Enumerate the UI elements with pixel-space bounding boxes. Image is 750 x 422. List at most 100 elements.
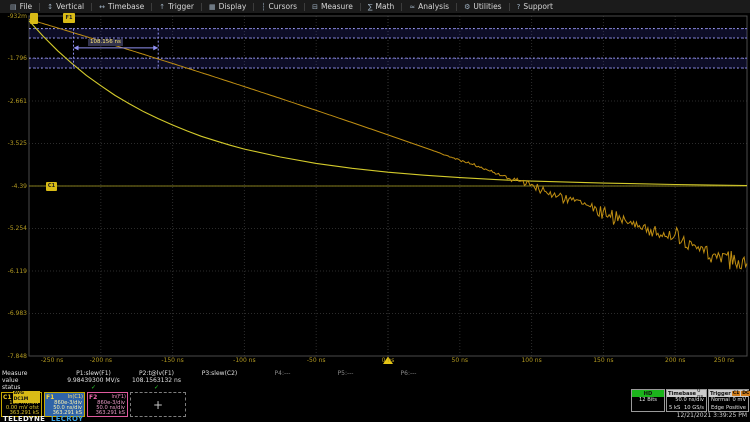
menu-item-label: Display: [219, 2, 247, 11]
measure-row-label: status: [0, 384, 62, 391]
timebase-title: Timebase: [668, 391, 696, 397]
menu-bar: ▤File↕Vertical↔Timebase↑Trigger▦Display┆…: [0, 0, 750, 13]
channel-box-c1[interactable]: C1AVG DC1M100 mV/div0.00 mV ofst363.291 …: [1, 392, 42, 417]
measure-value: 108.1563132 ns: [125, 377, 188, 384]
menu-item-support[interactable]: ?Support: [510, 0, 560, 13]
y-tick-label: -2.661: [0, 98, 27, 105]
menu-item-label: Cursors: [269, 2, 298, 11]
menu-item-trigger[interactable]: ↑Trigger: [152, 0, 201, 13]
menu-item-label: Timebase: [108, 2, 144, 11]
timebase-rate: 10 GS/s: [684, 405, 704, 413]
menu-item-vertical[interactable]: ↕Vertical: [40, 0, 91, 13]
measure-status: [314, 384, 377, 391]
plus-icon: +: [153, 398, 163, 412]
menu-item-timebase[interactable]: ↔Timebase: [92, 0, 151, 13]
brand-logo: TELEDYNE LECROY: [3, 415, 83, 422]
y-tick-label: -1.796: [0, 55, 27, 62]
measure-status: [377, 384, 440, 391]
x-tick-label: -150 ns: [150, 357, 196, 364]
channel-setting: 363.291 kS: [88, 411, 127, 416]
menu-item-display[interactable]: ▦Display: [202, 0, 253, 13]
oscilloscope-app: ▤File↕Vertical↔Timebase↑Trigger▦Display┆…: [0, 0, 750, 422]
measure-header[interactable]: P4:---: [251, 370, 314, 377]
measure-value: [188, 377, 251, 384]
menu-item-label: Analysis: [418, 2, 449, 11]
menu-item-label: File: [20, 2, 33, 11]
measure-row-label: Measure: [0, 370, 62, 377]
measure-value: 9.98439300 MV/s: [62, 377, 125, 384]
support-icon: ?: [517, 3, 521, 11]
hd-box-header: HD: [632, 390, 664, 397]
menu-item-cursors[interactable]: ┆ Cursors: [254, 0, 304, 13]
menu-item-label: Vertical: [56, 2, 84, 11]
x-tick-label: 200 ns: [652, 357, 698, 364]
measure-header[interactable]: P1:slew(F1): [62, 370, 125, 377]
trigger-type: Edge: [711, 405, 724, 413]
trigger-type-row: Edge Positive: [709, 405, 748, 413]
trigger-box[interactable]: Trigger C1 DC Normal 0 mV Edge Positive: [708, 389, 749, 412]
y-tick-label: -5.254: [0, 225, 27, 232]
y-tick-label: -3.525: [0, 140, 27, 147]
x-tick-label: -50 ns: [293, 357, 339, 364]
measure-value: [251, 377, 314, 384]
measure-row: MeasureP1:slew(F1)P2:t@lv(F1)P3:slew(C2)…: [0, 370, 750, 377]
x-tick-label: 250 ns: [701, 357, 747, 364]
measure-status: [251, 384, 314, 391]
measure-header[interactable]: P5:---: [314, 370, 377, 377]
measure-panel: MeasureP1:slew(F1)P2:t@lv(F1)P3:slew(C2)…: [0, 370, 750, 391]
menu-item-label: Trigger: [168, 2, 194, 11]
trigger-box-header: Trigger C1 DC: [709, 390, 748, 397]
trigger-slope: Positive: [726, 405, 746, 413]
cursors-icon: ┆: [261, 3, 265, 11]
timebase-samples: 5 kS: [669, 405, 680, 413]
y-tick-label: -932m: [0, 13, 27, 20]
hd-bits: 12 Bits: [632, 397, 664, 405]
measure-header[interactable]: P6:---: [377, 370, 440, 377]
menu-item-math[interactable]: ∑Math: [361, 0, 401, 13]
measure-row: value9.98439300 MV/s108.1563132 ns: [0, 377, 750, 384]
timebase-box[interactable]: Timebase 0 ns 50.0 ns/div 5 kS 10 GS/s: [666, 389, 707, 412]
y-tick-label: -6.983: [0, 310, 27, 317]
y-tick-label: -6.119: [0, 268, 27, 275]
vertical-icon: ↕: [47, 3, 53, 11]
channel-box-f1[interactable]: F1ln(C1)860e-3/div50.0 ns/div363.291 kS: [44, 392, 85, 417]
measure-value: [314, 377, 377, 384]
menu-item-utilities[interactable]: ⚙Utilities: [457, 0, 509, 13]
f1-ln-trace: [29, 19, 747, 269]
add-trace-button[interactable]: +: [130, 392, 186, 417]
f1-trace-tag[interactable]: F1: [63, 13, 75, 23]
file-icon: ▤: [10, 3, 17, 11]
c1-zero-level-marker[interactable]: C1: [46, 182, 57, 191]
cursor-delta-label[interactable]: 108.156 ns: [88, 39, 123, 46]
math-icon: ∑: [368, 3, 373, 11]
measure-status: ✓: [62, 384, 125, 391]
f1-zero-level-marker[interactable]: [30, 13, 38, 24]
menu-item-file[interactable]: ▤File: [3, 0, 39, 13]
measure-status: ✓: [125, 384, 188, 391]
x-tick-label: 150 ns: [580, 357, 626, 364]
traces: [29, 19, 747, 269]
hd-acquisition-box[interactable]: HD 12 Bits: [631, 389, 665, 412]
menu-item-label: Utilities: [473, 2, 501, 11]
trigger-source-badge: C1: [732, 391, 740, 397]
measure-status: [188, 384, 251, 391]
x-tick-label: 0 ns: [365, 357, 411, 364]
y-tick-label: -4.39: [0, 183, 27, 190]
timebase-scale: 50.0 ns/div: [667, 397, 706, 405]
analysis-icon: ≈: [409, 3, 415, 11]
timebase-sampling: 5 kS 10 GS/s: [667, 405, 706, 413]
timebase-icon: ↔: [99, 3, 105, 11]
measure-value: [377, 377, 440, 384]
trigger-mode-row: Normal 0 mV: [709, 397, 748, 405]
measure-header[interactable]: P3:slew(C2): [188, 370, 251, 377]
x-tick-label: -100 ns: [221, 357, 267, 364]
menu-item-analysis[interactable]: ≈Analysis: [402, 0, 456, 13]
measure-header[interactable]: P2:t@lv(F1): [125, 370, 188, 377]
waveform-grid[interactable]: [0, 0, 750, 370]
trigger-level: 0 mV: [732, 397, 746, 405]
channel-box-f2[interactable]: F2ln(F1)860e-3/div50.0 ns/div363.291 kS: [87, 392, 128, 417]
menu-item-label: Support: [523, 2, 553, 11]
menu-item-measure[interactable]: ⊟Measure: [305, 0, 360, 13]
timebase-box-header: Timebase 0 ns: [667, 390, 706, 397]
y-tick-label: -7.848: [0, 353, 27, 360]
